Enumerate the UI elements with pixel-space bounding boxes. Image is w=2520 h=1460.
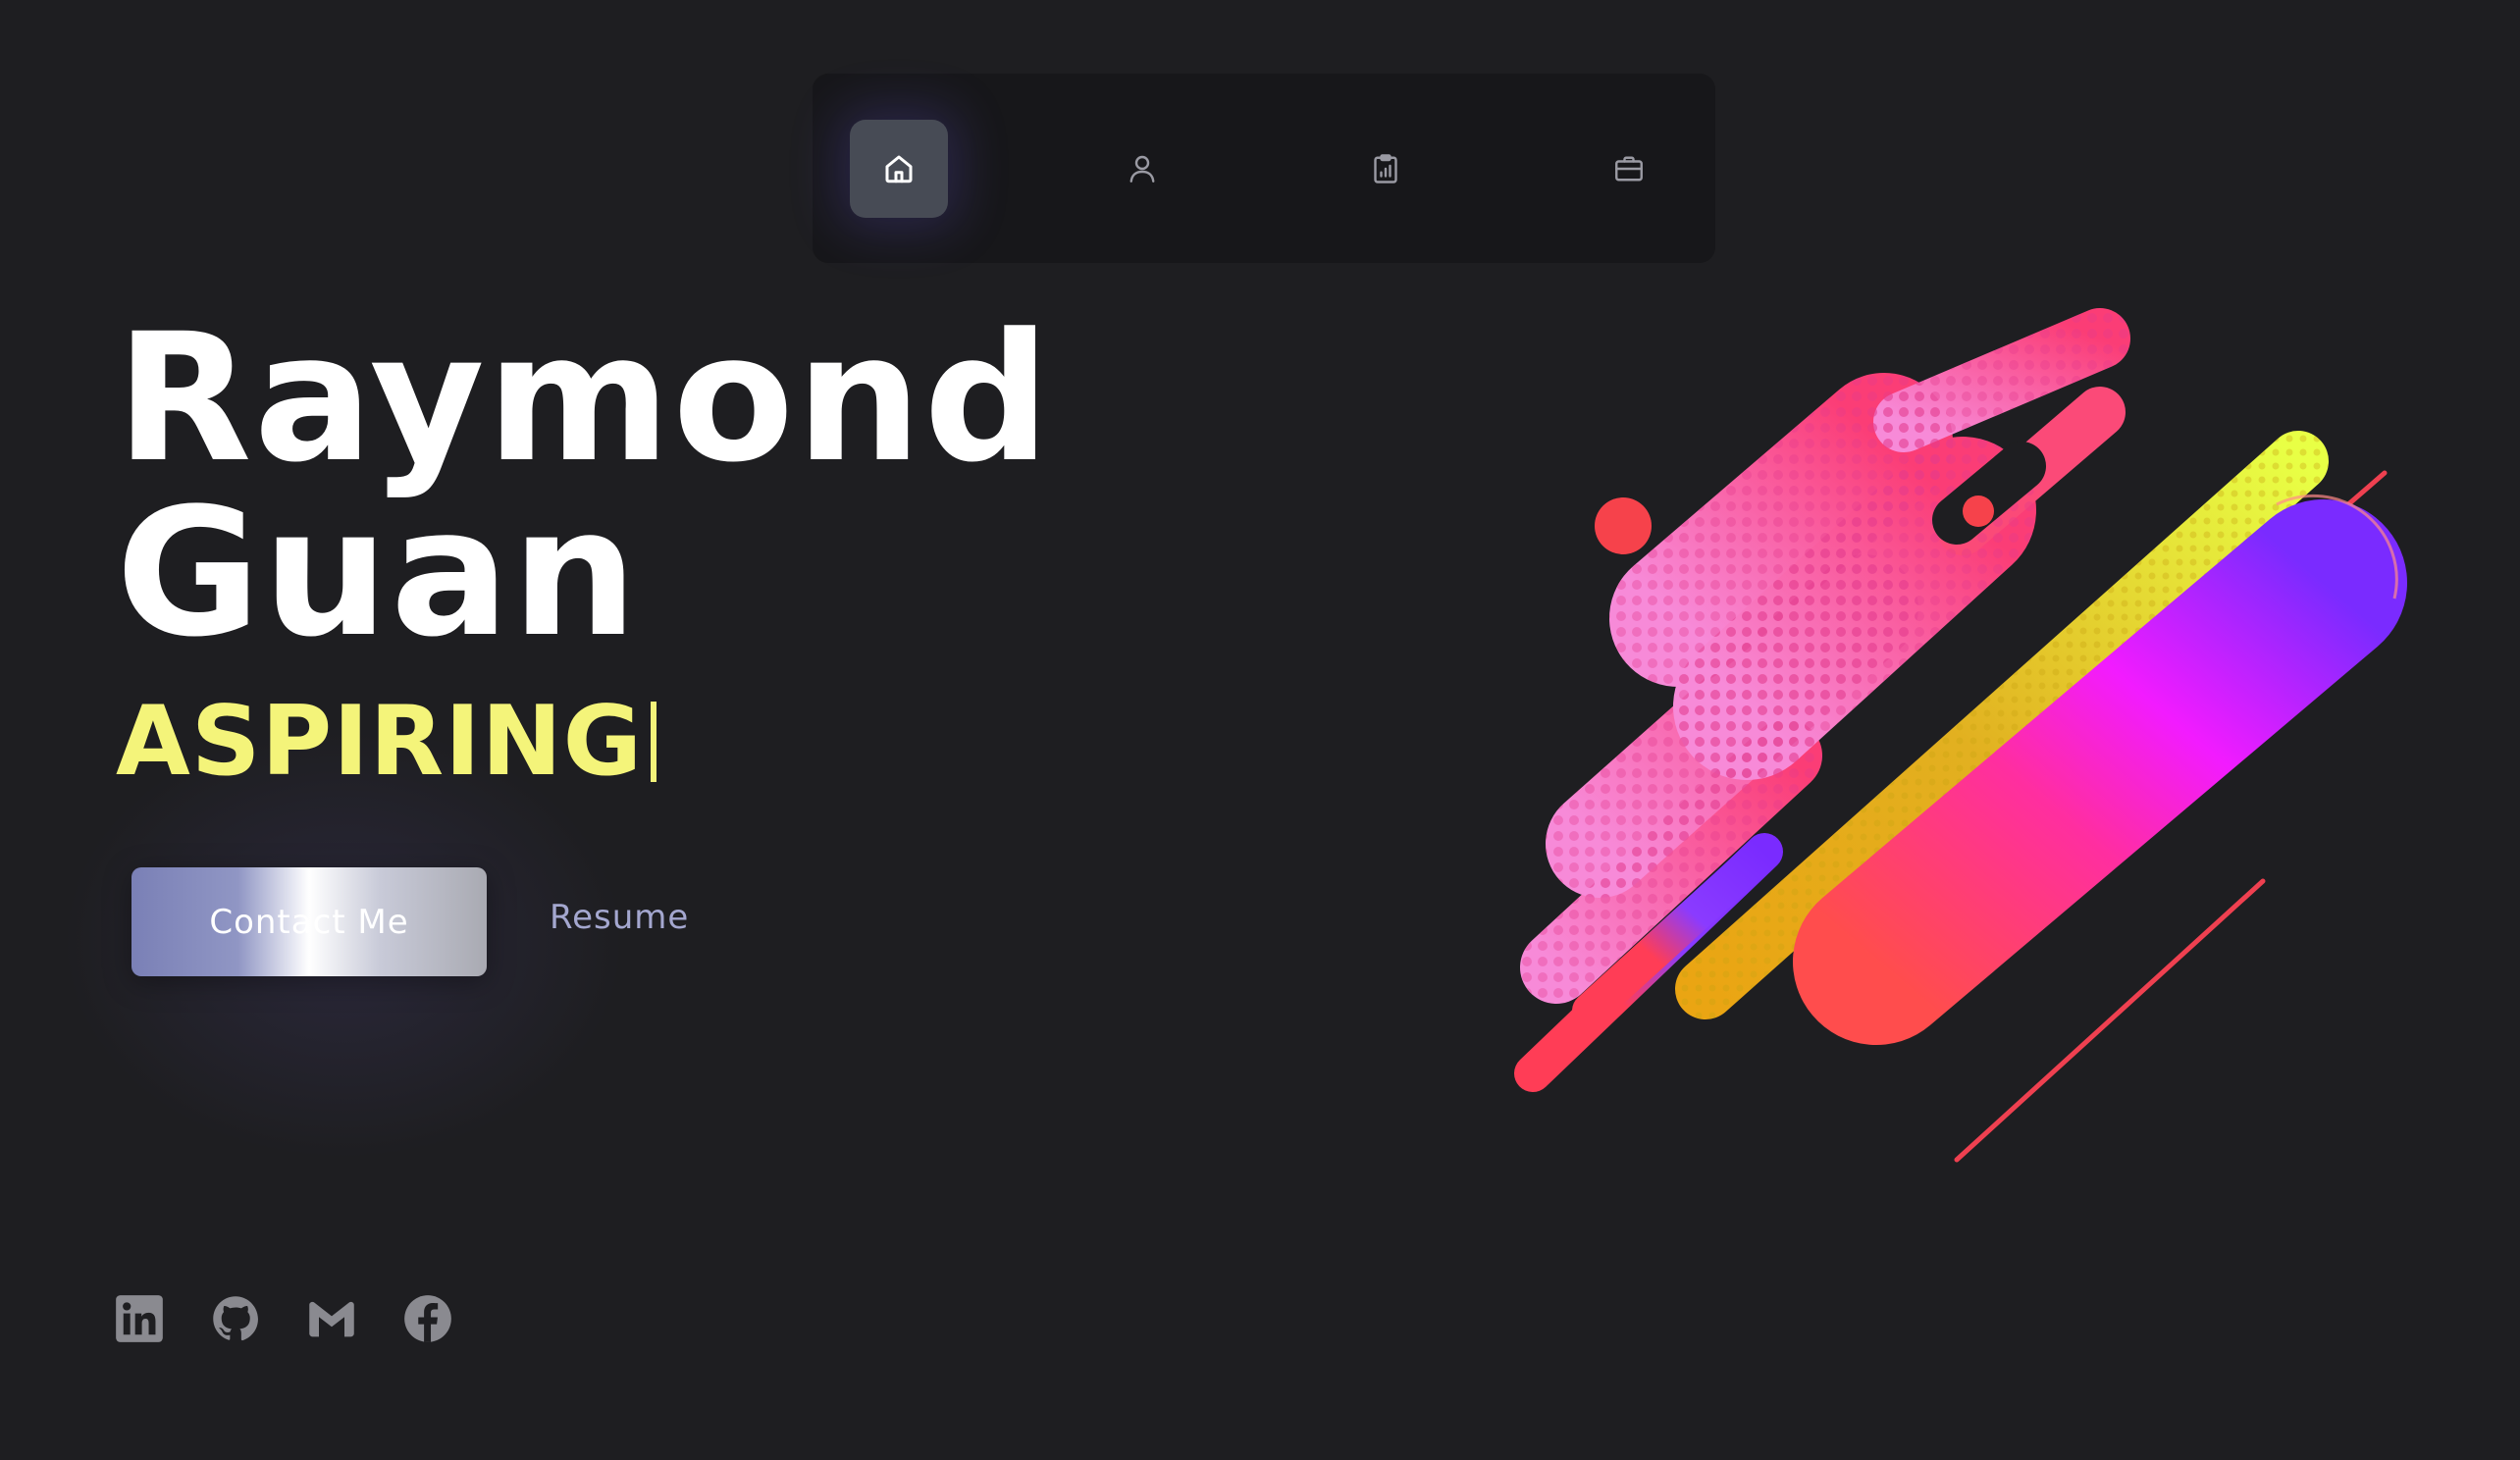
home-icon bbox=[885, 155, 913, 182]
first-name: Raymond bbox=[116, 296, 1053, 501]
linkedin-icon bbox=[116, 1295, 163, 1342]
nav-home[interactable] bbox=[850, 119, 948, 218]
abstract-illustration bbox=[1514, 308, 2407, 1163]
hero-name: Raymond Guan bbox=[116, 296, 1053, 676]
landing-page: Raymond Guan ASPIRING Contact Me Resume bbox=[0, 0, 2520, 1460]
facebook-icon bbox=[404, 1295, 451, 1342]
social-linkedin[interactable] bbox=[114, 1293, 165, 1344]
contact-me-button[interactable]: Contact Me bbox=[131, 867, 487, 976]
last-name: Guan bbox=[116, 471, 640, 676]
top-navigation bbox=[813, 74, 1715, 263]
typewriter-role: ASPIRING bbox=[116, 686, 657, 798]
social-gmail[interactable] bbox=[306, 1293, 357, 1344]
social-facebook[interactable] bbox=[402, 1293, 453, 1344]
nav-experience[interactable] bbox=[1580, 120, 1678, 218]
github-icon bbox=[213, 1296, 258, 1341]
social-github[interactable] bbox=[210, 1293, 261, 1344]
typing-caret bbox=[651, 702, 657, 782]
social-links bbox=[114, 1293, 453, 1344]
nav-about[interactable] bbox=[1093, 120, 1191, 218]
user-icon bbox=[1129, 155, 1155, 182]
gmail-icon bbox=[309, 1301, 354, 1337]
nav-projects[interactable] bbox=[1337, 120, 1435, 218]
clipboard-chart-icon bbox=[1374, 153, 1397, 183]
briefcase-icon bbox=[1615, 156, 1643, 181]
role-text: ASPIRING bbox=[116, 686, 644, 798]
resume-link[interactable]: Resume bbox=[550, 898, 689, 937]
